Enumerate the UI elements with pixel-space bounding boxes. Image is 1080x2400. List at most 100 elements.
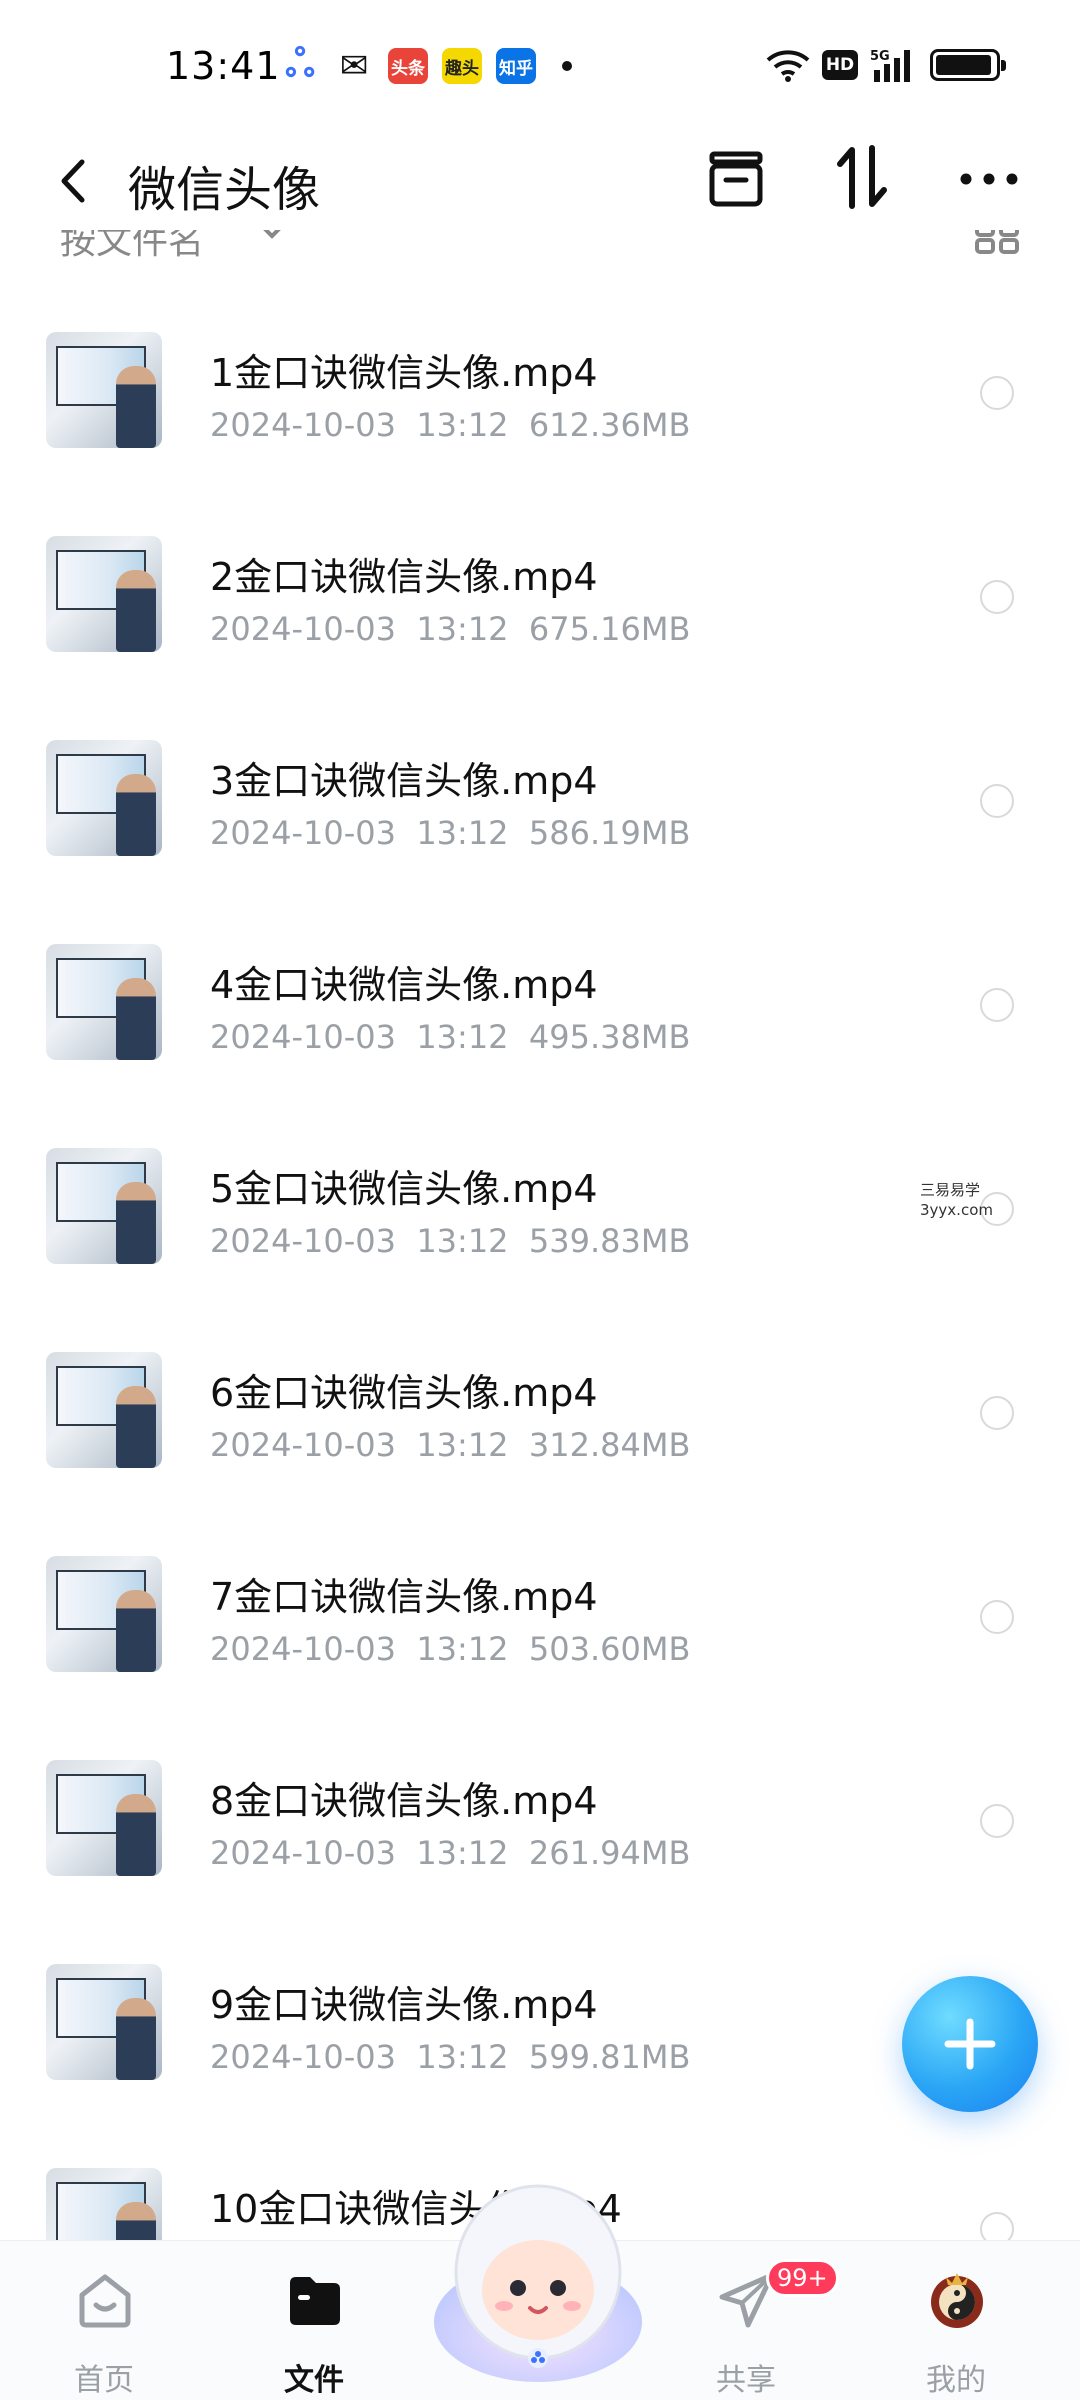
video-thumbnail <box>46 740 162 856</box>
file-date: 2024-10-03 <box>210 610 396 648</box>
nav-tab-share[interactable]: 99+ 共享 <box>686 2259 839 2399</box>
ai-assistant-mascot-icon[interactable] <box>428 2172 648 2382</box>
nav-label-home: 首页 <box>74 2363 134 2398</box>
svg-text:5G: 5G <box>870 49 890 64</box>
select-checkbox[interactable] <box>980 580 1014 614</box>
status-app-icons: ஃ ✉ 头条 趣头 知乎 <box>280 41 572 86</box>
file-meta: 2024-10-03 13:12 675.16MB <box>210 610 690 648</box>
select-checkbox[interactable] <box>980 2212 1014 2240</box>
video-thumbnail <box>46 1964 162 2080</box>
avatar-yin-yang-icon <box>931 2273 983 2328</box>
file-size: 599.81MB <box>528 2038 691 2076</box>
nav-label-mine: 我的 <box>926 2363 986 2398</box>
file-size: 495.38MB <box>528 1018 691 1056</box>
status-time: 13:41 <box>166 44 281 88</box>
add-fab-button[interactable] <box>902 1976 1038 2112</box>
file-date: 2024-10-03 <box>210 814 396 852</box>
file-time: 13:12 <box>416 1426 509 1464</box>
video-thumbnail <box>46 944 162 1060</box>
grid-view-icon[interactable] <box>974 230 1020 254</box>
file-row[interactable]: 4金口诀微信头像.mp4 2024-10-03 13:12 495.38MB <box>0 882 1080 1086</box>
file-name: 8金口诀微信头像.mp4 <box>210 1779 598 1823</box>
video-thumbnail <box>46 536 162 652</box>
select-checkbox[interactable] <box>980 1804 1014 1838</box>
file-row[interactable]: 8金口诀微信头像.mp4 2024-10-03 13:12 261.94MB <box>0 1698 1080 1902</box>
file-size: 312.84MB <box>528 1426 691 1464</box>
battery-icon <box>930 49 1006 81</box>
page-title: 微信头像 <box>128 162 321 218</box>
signal-5g-icon: 5G <box>870 48 918 82</box>
file-meta: 2024-10-03 13:12 586.19MB <box>210 814 690 852</box>
file-meta: 2024-10-03 13:12 495.38MB <box>210 1018 690 1056</box>
zhihu-icon: 知乎 <box>496 48 536 84</box>
select-checkbox[interactable] <box>980 784 1014 818</box>
select-checkbox[interactable] <box>980 988 1014 1022</box>
file-time: 13:12 <box>416 1222 509 1260</box>
file-size: 539.83MB <box>528 1222 691 1260</box>
file-meta: 2024-10-03 13:12 599.81MB <box>210 2038 690 2076</box>
plus-icon <box>944 2018 996 2070</box>
file-time: 13:12 <box>416 2038 509 2076</box>
sort-bar: 按文件名 <box>0 230 1080 270</box>
wechat-icon: ✉ <box>339 46 369 86</box>
file-name: 7金口诀微信头像.mp4 <box>210 1575 598 1619</box>
select-checkbox[interactable] <box>980 376 1014 410</box>
file-name: 1金口诀微信头像.mp4 <box>210 351 598 395</box>
file-meta: 2024-10-03 13:12 312.84MB <box>210 1426 690 1464</box>
file-row[interactable]: 1金口诀微信头像.mp4 2024-10-03 13:12 612.36MB <box>0 270 1080 474</box>
select-checkbox[interactable] <box>980 1600 1014 1634</box>
watermark-line-2: 3yyx.com <box>920 1201 993 1219</box>
more-notifications-dot-icon <box>562 61 572 71</box>
file-time: 13:12 <box>416 1834 509 1872</box>
more-options-icon[interactable] <box>958 166 1020 192</box>
folder-icon <box>290 2277 340 2325</box>
file-meta: 2024-10-03 13:12 539.83MB <box>210 1222 690 1260</box>
nav-tab-home[interactable]: 首页 <box>44 2259 164 2399</box>
nav-tab-files[interactable]: 文件 <box>254 2259 374 2399</box>
watermark-line-1: 三易易学 <box>920 1181 981 1199</box>
file-meta: 2024-10-03 13:12 612.36MB <box>210 406 690 444</box>
video-thumbnail <box>46 1148 162 1264</box>
chevron-down-icon[interactable] <box>258 230 286 242</box>
wifi-icon <box>766 48 810 82</box>
file-row[interactable]: 2金口诀微信头像.mp4 2024-10-03 13:12 675.16MB <box>0 474 1080 678</box>
nav-tab-mine[interactable]: 我的 <box>896 2259 1016 2399</box>
file-date: 2024-10-03 <box>210 1834 396 1872</box>
baidu-netdisk-icon: ஃ <box>285 41 315 85</box>
file-date: 2024-10-03 <box>210 1018 396 1056</box>
archive-box-icon[interactable] <box>706 146 766 210</box>
sort-order-icon[interactable] <box>832 142 892 212</box>
file-time: 13:12 <box>416 1018 509 1056</box>
file-row[interactable]: 6金口诀微信头像.mp4 2024-10-03 13:12 312.84MB <box>0 1290 1080 1494</box>
back-arrow-icon[interactable] <box>50 154 100 208</box>
file-name: 9金口诀微信头像.mp4 <box>210 1983 598 2027</box>
nav-label-files: 文件 <box>284 2363 344 2398</box>
file-row[interactable]: 7金口诀微信头像.mp4 2024-10-03 13:12 503.60MB <box>0 1494 1080 1698</box>
file-name: 3金口诀微信头像.mp4 <box>210 759 598 803</box>
file-name: 2金口诀微信头像.mp4 <box>210 555 598 599</box>
video-thumbnail <box>46 332 162 448</box>
file-meta: 2024-10-03 13:12 261.94MB <box>210 1834 690 1872</box>
select-checkbox[interactable] <box>980 1396 1014 1430</box>
file-date: 2024-10-03 <box>210 1222 396 1260</box>
file-time: 13:12 <box>416 610 509 648</box>
watermark: 三易易学 3yyx.com <box>920 1180 993 1220</box>
file-row[interactable]: 3金口诀微信头像.mp4 2024-10-03 13:12 586.19MB <box>0 678 1080 882</box>
home-icon <box>79 2274 131 2328</box>
status-bar: 13:41 ஃ ✉ 头条 趣头 知乎 HD 5G <box>0 0 1080 130</box>
file-name: 6金口诀微信头像.mp4 <box>210 1371 598 1415</box>
share-count-badge: 99+ <box>766 2259 839 2297</box>
file-date: 2024-10-03 <box>210 2038 396 2076</box>
video-thumbnail <box>46 2168 162 2240</box>
file-list: 1金口诀微信头像.mp4 2024-10-03 13:12 612.36MB 2… <box>0 270 1080 2240</box>
file-time: 13:12 <box>416 814 509 852</box>
sort-by-filename-button[interactable]: 按文件名 <box>60 230 204 264</box>
header-bar: 微信头像 <box>0 130 1080 230</box>
hd-badge: HD <box>822 50 858 80</box>
video-thumbnail <box>46 1352 162 1468</box>
status-indicators: HD 5G <box>766 48 1006 82</box>
file-time: 13:12 <box>416 406 509 444</box>
file-date: 2024-10-03 <box>210 1426 396 1464</box>
file-row[interactable]: 5金口诀微信头像.mp4 2024-10-03 13:12 539.83MB <box>0 1086 1080 1290</box>
file-time: 13:12 <box>416 1630 509 1668</box>
